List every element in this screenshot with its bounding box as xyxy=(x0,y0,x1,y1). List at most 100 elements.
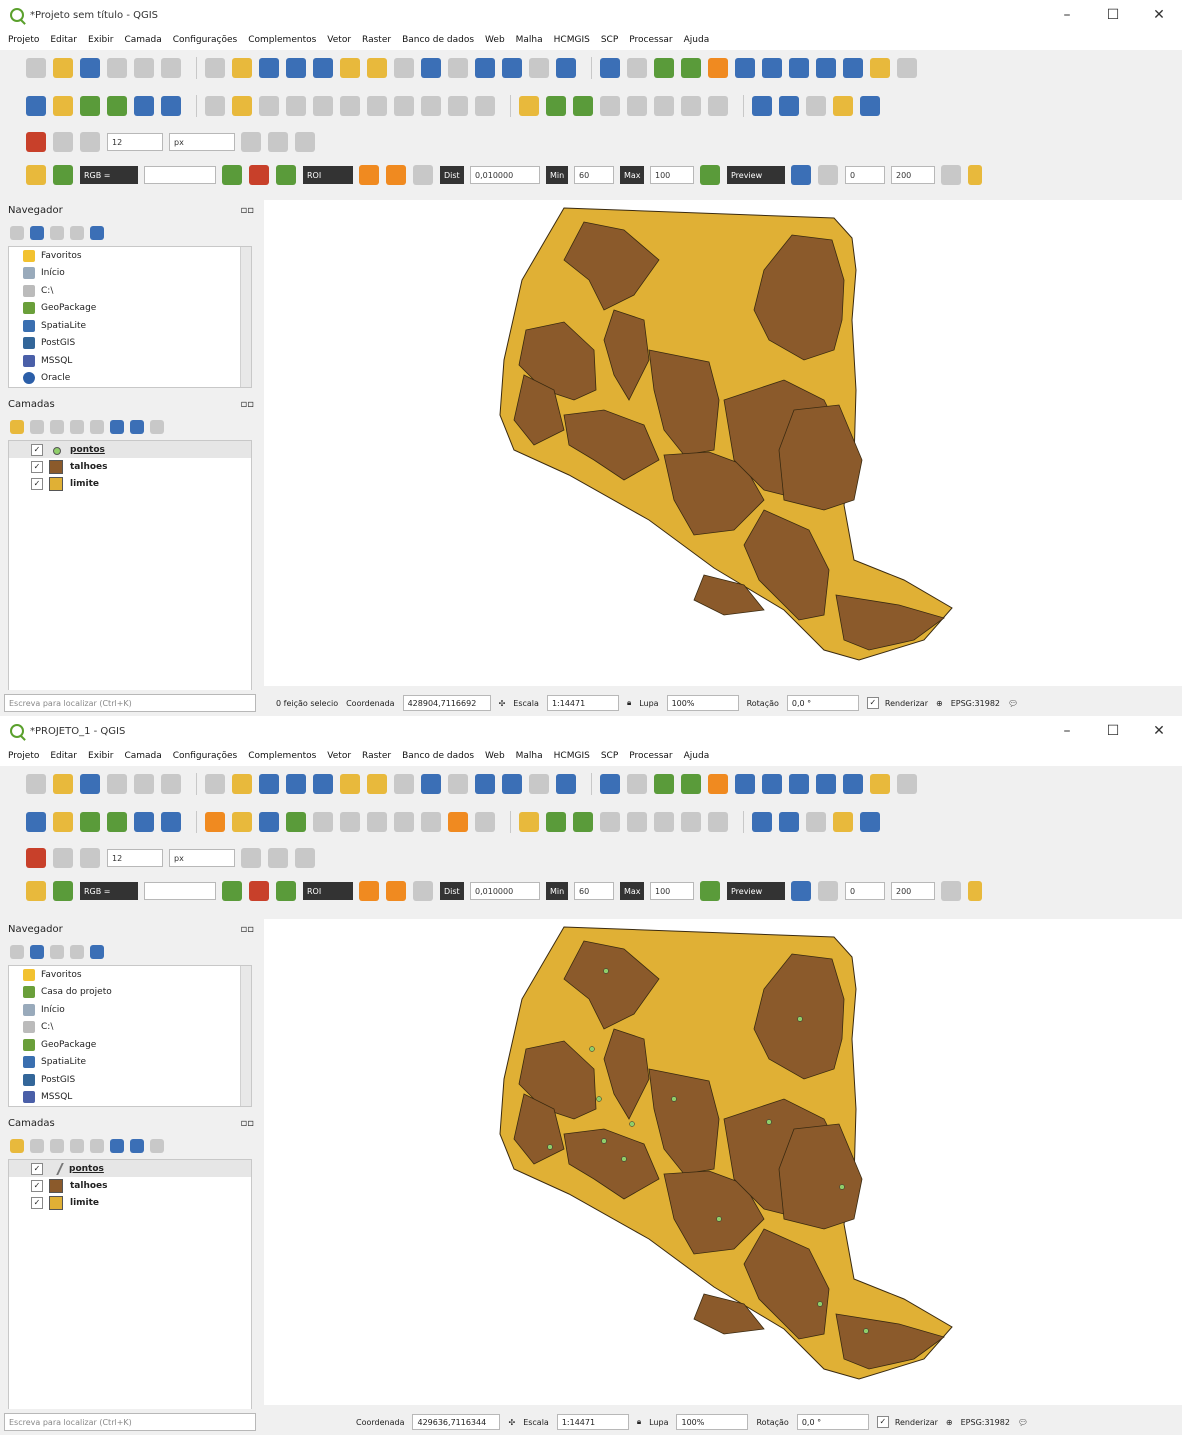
toggle-editing-icon[interactable] xyxy=(232,812,252,832)
properties-info-icon[interactable] xyxy=(90,945,104,959)
menu-configuracoes[interactable]: Configurações xyxy=(173,35,237,45)
menu-vetor[interactable]: Vetor xyxy=(327,35,351,45)
pan-hand-icon[interactable] xyxy=(205,774,225,794)
panel-float-close-icon[interactable]: ▫▫ xyxy=(240,924,254,935)
tree-item-inicio[interactable]: Início xyxy=(9,1001,251,1019)
measure-icon[interactable] xyxy=(843,774,863,794)
transparency-input[interactable]: 0 xyxy=(845,882,885,900)
menu-processar[interactable]: Processar xyxy=(629,35,672,45)
text-annotation-icon[interactable] xyxy=(897,58,917,78)
collapse-all-icon[interactable] xyxy=(130,420,144,434)
zoom-native-icon[interactable] xyxy=(394,774,414,794)
select-by-value-icon[interactable] xyxy=(681,58,701,78)
crs-globe-icon[interactable]: ⊕ xyxy=(936,699,943,708)
topological-editing-icon[interactable] xyxy=(241,132,261,152)
redo-preview-icon[interactable] xyxy=(818,881,838,901)
cut-features-icon[interactable] xyxy=(367,812,387,832)
rgb-select[interactable] xyxy=(144,166,216,184)
open-project-icon[interactable] xyxy=(53,58,73,78)
filter-expression-icon[interactable] xyxy=(90,1139,104,1153)
select-features-icon[interactable] xyxy=(654,774,674,794)
menu-complementos[interactable]: Complementos xyxy=(248,35,316,45)
menu-raster[interactable]: Raster xyxy=(362,35,391,45)
locator-input[interactable]: Escreva para localizar (Ctrl+K) xyxy=(4,1413,256,1431)
toggle-extents-icon[interactable]: ✣ xyxy=(508,1418,515,1427)
min-input[interactable]: 60 xyxy=(574,882,614,900)
snap-vertex-icon[interactable] xyxy=(80,132,100,152)
min-input[interactable]: 60 xyxy=(574,166,614,184)
layer-visibility-checkbox[interactable]: ✓ xyxy=(31,1162,43,1175)
tree-item-favoritos[interactable]: Favoritos xyxy=(9,966,251,984)
snap-tolerance-input[interactable]: 12 xyxy=(107,133,163,151)
magnifier-input[interactable]: 100% xyxy=(676,1414,749,1430)
layer-row-pontos[interactable]: ✓ pontos xyxy=(9,441,251,458)
layout-manager-icon[interactable] xyxy=(107,774,127,794)
add-feature-icon[interactable] xyxy=(286,96,306,116)
roi-zoom-icon[interactable] xyxy=(276,165,296,185)
identify-icon[interactable] xyxy=(600,774,620,794)
deselect-icon[interactable] xyxy=(708,58,728,78)
dist-input[interactable]: 0,010000 xyxy=(470,166,540,184)
roi-manual-icon[interactable] xyxy=(249,165,269,185)
menu-processar[interactable]: Processar xyxy=(629,751,672,761)
menu-hcmgis[interactable]: HCMGIS xyxy=(554,751,590,761)
add-virtual-layer-icon[interactable] xyxy=(161,96,181,116)
auto-refresh-icon[interactable] xyxy=(413,881,433,901)
minimize-button[interactable]: – xyxy=(1044,723,1090,739)
collapse-all-icon[interactable] xyxy=(70,945,84,959)
attribute-table-icon[interactable] xyxy=(735,774,755,794)
new-map-view-icon[interactable] xyxy=(475,58,495,78)
deselect-icon[interactable] xyxy=(708,774,728,794)
tree-item-favoritos[interactable]: Favoritos xyxy=(9,247,251,265)
tree-item-mssql[interactable]: MSSQL xyxy=(9,1089,251,1107)
toolbar-overflow-icon[interactable] xyxy=(968,881,982,901)
layer-row-talhoes[interactable]: ✓ talhoes xyxy=(9,1177,251,1194)
layer-styling-icon[interactable] xyxy=(10,420,24,434)
menu-camada[interactable]: Camada xyxy=(124,751,161,761)
current-edits-icon[interactable] xyxy=(205,96,225,116)
messages-icon[interactable]: 💬︎ xyxy=(1008,699,1018,708)
zoom-full-icon[interactable] xyxy=(313,58,333,78)
zoom-native-icon[interactable] xyxy=(394,58,414,78)
refresh-icon[interactable] xyxy=(30,945,44,959)
cut-features-icon[interactable] xyxy=(367,96,387,116)
print-layout-icon[interactable] xyxy=(134,58,154,78)
toggle-extents-icon[interactable]: ✣ xyxy=(499,699,506,708)
properties-info-icon[interactable] xyxy=(90,226,104,240)
menu-vetor[interactable]: Vetor xyxy=(327,751,351,761)
label-tool-icon[interactable] xyxy=(519,812,539,832)
size-input[interactable]: 200 xyxy=(891,166,935,184)
add-postgis-icon[interactable] xyxy=(134,812,154,832)
tree-item-spatialite[interactable]: SpatiaLite xyxy=(9,1054,251,1072)
zoom-in-icon[interactable] xyxy=(259,774,279,794)
copy-features-icon[interactable] xyxy=(394,96,414,116)
topological-editing-icon[interactable] xyxy=(241,848,261,868)
max-input[interactable]: 100 xyxy=(650,166,694,184)
menu-editar[interactable]: Editar xyxy=(50,35,77,45)
filter-expression-icon[interactable] xyxy=(90,420,104,434)
measure-icon[interactable] xyxy=(843,58,863,78)
redo-icon[interactable] xyxy=(475,96,495,116)
tree-item-casa-do-projeto[interactable]: Casa do projeto xyxy=(9,984,251,1002)
lock-scale-icon[interactable]: 🔒︎ xyxy=(637,1417,641,1427)
new-3d-map-icon[interactable] xyxy=(502,774,522,794)
delete-selected-icon[interactable] xyxy=(340,96,360,116)
menu-exibir[interactable]: Exibir xyxy=(88,35,113,45)
book-icon[interactable] xyxy=(860,812,880,832)
remove-temp-files-icon[interactable] xyxy=(941,881,961,901)
snapping-magnet-icon[interactable] xyxy=(26,848,46,868)
refresh-icon[interactable] xyxy=(556,58,576,78)
tree-item-inicio[interactable]: Início xyxy=(9,265,251,283)
zoom-selection-icon[interactable] xyxy=(340,58,360,78)
change-label-icon[interactable] xyxy=(654,812,674,832)
processing-toolbox-icon[interactable] xyxy=(789,774,809,794)
add-virtual-layer-icon[interactable] xyxy=(161,812,181,832)
identify-icon[interactable] xyxy=(600,58,620,78)
redo-roi-icon[interactable] xyxy=(359,165,379,185)
tree-item-oracle[interactable]: Oracle xyxy=(9,370,251,388)
size-input[interactable]: 200 xyxy=(891,882,935,900)
filter-icon[interactable] xyxy=(50,945,64,959)
zoom-last-icon[interactable] xyxy=(421,58,441,78)
layer-visibility-checkbox[interactable]: ✓ xyxy=(31,1179,43,1192)
pan-to-selection-icon[interactable] xyxy=(232,774,252,794)
